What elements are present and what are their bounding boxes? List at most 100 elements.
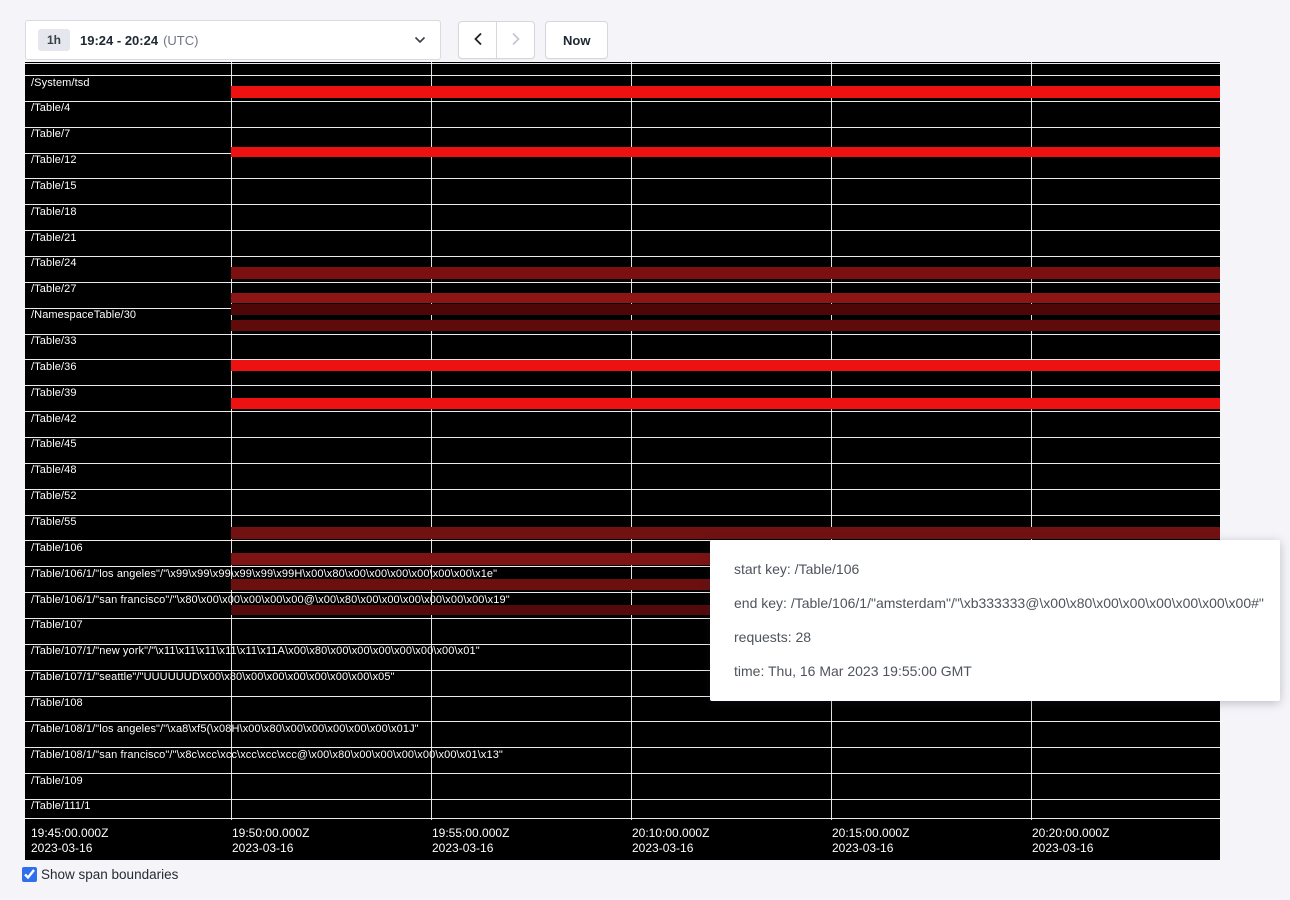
time-range-selector[interactable]: 1h 19:24 - 20:24 (UTC): [25, 20, 441, 60]
span-row-label: /Table/7: [31, 128, 70, 140]
x-axis-tick-date: 2023-03-16: [1032, 841, 1109, 856]
span-row-label: /Table/33: [31, 335, 77, 347]
span-boundary-line: [25, 230, 1220, 231]
span-boundary-line: [25, 489, 1220, 490]
heat-band[interactable]: [231, 86, 1220, 98]
span-row-label: /Table/106/1/"los angeles"/"\x99\x99\x99…: [31, 568, 497, 580]
span-row-label: /Table/12: [31, 154, 77, 166]
heat-band[interactable]: [231, 360, 1220, 371]
span-row-label: /Table/48: [31, 464, 77, 476]
span-row-label: /Table/36: [31, 361, 77, 373]
x-axis-tick-date: 2023-03-16: [31, 841, 108, 856]
span-boundary-line: [25, 773, 1220, 774]
heat-band[interactable]: [231, 267, 1220, 279]
span-boundary-line: [25, 127, 1220, 128]
grid-line: [1031, 62, 1032, 820]
x-axis-tick-time: 19:45:00.000Z: [31, 826, 108, 841]
x-axis-tick: 20:15:00.000Z2023-03-16: [832, 826, 909, 856]
span-boundary-line: [25, 334, 1220, 335]
span-row-label: /Table/108/1/"los angeles"/"\xa8\xf5(\x0…: [31, 723, 419, 735]
span-boundary-line: [25, 463, 1220, 464]
x-axis-tick: 20:10:00.000Z2023-03-16: [632, 826, 709, 856]
span-row-label: /Table/27: [31, 283, 77, 295]
chevron-left-icon: [473, 32, 483, 49]
x-axis-tick: 19:45:00.000Z2023-03-16: [31, 826, 108, 856]
span-row-label: /Table/107: [31, 619, 83, 631]
x-axis-tick: 20:20:00.000Z2023-03-16: [1032, 826, 1109, 856]
x-axis-tick-date: 2023-03-16: [432, 841, 509, 856]
span-row-label: /NamespaceTable/30: [31, 309, 136, 321]
time-nav-button-group: [458, 21, 535, 59]
next-range-button[interactable]: [496, 21, 535, 59]
span-boundary-line: [25, 256, 1220, 257]
span-boundary-line: [25, 437, 1220, 438]
x-axis-tick-date: 2023-03-16: [232, 841, 309, 856]
time-range-timezone: (UTC): [163, 33, 198, 48]
tooltip-time: time: Thu, 16 Mar 2023 19:55:00 GMT: [734, 661, 1256, 681]
x-axis-tick-time: 20:20:00.000Z: [1032, 826, 1109, 841]
grid-line: [231, 62, 232, 820]
time-window-badge: 1h: [38, 29, 70, 51]
span-row-label: /Table/18: [31, 206, 77, 218]
grid-line: [631, 62, 632, 820]
hover-tooltip: start key: /Table/106 end key: /Table/10…: [710, 540, 1280, 701]
grid-line: [431, 62, 432, 820]
heat-band[interactable]: [231, 293, 1220, 303]
span-row-label: /Table/111/1: [31, 800, 91, 812]
heat-band[interactable]: [231, 304, 1220, 315]
span-row-label: /Table/106/1/"san francisco"/"\x80\x00\x…: [31, 594, 510, 606]
x-axis-tick-time: 20:15:00.000Z: [832, 826, 909, 841]
span-row-label: /Table/108/1/"san francisco"/"\x8c\xcc\x…: [31, 749, 503, 761]
tooltip-start-key: start key: /Table/106: [734, 559, 1256, 579]
span-row-label: /Table/4: [31, 102, 70, 114]
grid-line: [831, 62, 832, 820]
span-row-label: /Table/24: [31, 257, 77, 269]
now-button[interactable]: Now: [545, 21, 608, 59]
time-range-label: 19:24 - 20:24: [80, 33, 158, 48]
heat-band[interactable]: [231, 398, 1220, 409]
show-span-boundaries-control[interactable]: Show span boundaries: [22, 867, 178, 882]
span-row-label: /Table/52: [31, 490, 77, 502]
x-axis-tick-date: 2023-03-16: [632, 841, 709, 856]
x-axis-tick: 19:55:00.000Z2023-03-16: [432, 826, 509, 856]
tooltip-requests: requests: 28: [734, 627, 1256, 647]
span-row-label: /Table/108: [31, 697, 83, 709]
span-row-label: /Table/21: [31, 232, 77, 244]
span-boundary-line: [25, 515, 1220, 516]
span-boundary-line: [25, 178, 1220, 179]
span-row-label: /Table/55: [31, 516, 77, 528]
span-boundary-line: [25, 101, 1220, 102]
heat-band[interactable]: [231, 320, 1220, 331]
span-row-label: /Table/109: [31, 775, 83, 787]
span-row-label: /Table/15: [31, 180, 77, 192]
span-row-label: /Table/42: [31, 413, 77, 425]
span-boundary-line: [25, 282, 1220, 283]
show-span-boundaries-label: Show span boundaries: [41, 867, 178, 882]
x-axis-tick: 19:50:00.000Z2023-03-16: [232, 826, 309, 856]
span-boundary-line: [25, 411, 1220, 412]
span-row-label: /Table/107/1/"new york"/"\x11\x11\x11\x1…: [31, 645, 480, 657]
x-axis-tick-date: 2023-03-16: [832, 841, 909, 856]
span-row-label: /Table/39: [31, 387, 77, 399]
key-visualizer-heatmap[interactable]: /System/tsd/Table/4/Table/7/Table/12/Tab…: [25, 62, 1220, 860]
span-row-label: /Table/107/1/"seattle"/"UUUUUUD\x00\x80\…: [31, 671, 395, 683]
heat-band[interactable]: [231, 527, 1220, 539]
span-boundary-line: [25, 799, 1220, 800]
span-row-label: /Table/45: [31, 438, 77, 450]
chevron-down-icon: [414, 36, 426, 44]
span-row-label: /System/tsd: [31, 77, 90, 89]
span-row-label: /Table/106: [31, 542, 83, 554]
chevron-right-icon: [511, 32, 521, 49]
span-boundary-line: [25, 204, 1220, 205]
prev-range-button[interactable]: [458, 21, 497, 59]
span-boundary-line: [25, 385, 1220, 386]
span-boundary-line: [25, 75, 1220, 76]
show-span-boundaries-checkbox[interactable]: [22, 867, 37, 882]
span-boundary-line: [25, 818, 1220, 819]
x-axis-tick-time: 19:55:00.000Z: [432, 826, 509, 841]
heat-band[interactable]: [231, 147, 1220, 157]
span-boundary-line: [25, 63, 1220, 64]
tooltip-end-key: end key: /Table/106/1/"amsterdam"/"\xb33…: [734, 593, 1256, 613]
x-axis-tick-time: 19:50:00.000Z: [232, 826, 309, 841]
x-axis-tick-time: 20:10:00.000Z: [632, 826, 709, 841]
